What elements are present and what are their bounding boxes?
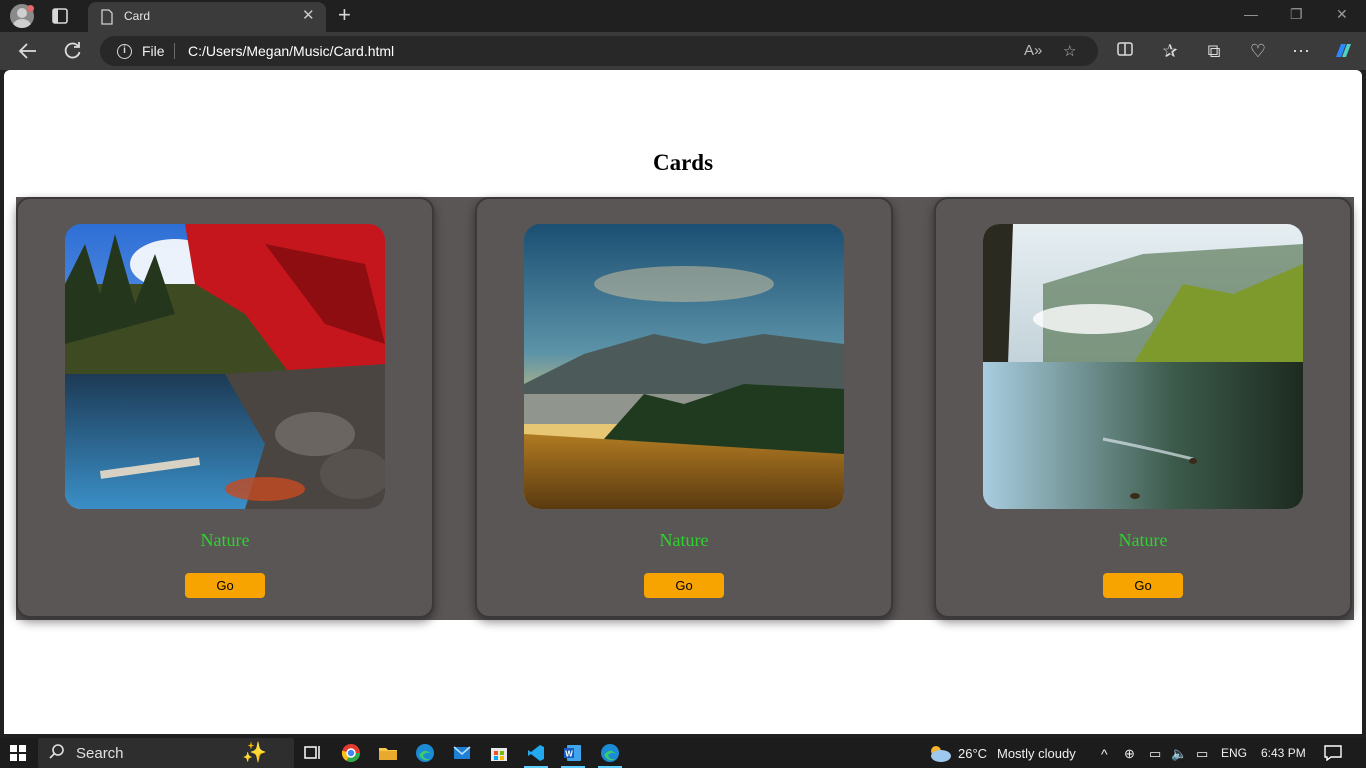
card-2-image [524,224,844,509]
volume-icon[interactable]: 🔈 [1171,746,1187,762]
minimize-icon[interactable]: — [1244,6,1258,22]
copilot-sparkle-icon: ✨ [242,742,267,764]
edge-active-icon[interactable] [600,743,620,763]
tab-actions-icon[interactable] [48,6,72,26]
new-tab-icon[interactable]: + [338,4,351,26]
card-1-go-button[interactable]: Go [185,573,265,598]
notifications-icon[interactable] [1324,745,1342,766]
mail-icon[interactable] [452,743,472,763]
tab-title: Card [124,9,151,23]
title-bar: Card ✕ + — ❐ ✕ [0,0,1366,32]
refresh-icon[interactable] [61,40,83,62]
camera-icon[interactable]: ▭ [1149,746,1161,762]
card-3: Nature Go [934,197,1352,618]
browser-essentials-icon[interactable]: ♡ [1247,40,1269,62]
back-arrow-icon[interactable] [17,40,39,62]
weather-temperature[interactable]: 26°C [958,746,987,761]
split-screen-icon[interactable] [1114,40,1136,62]
mountain-sunrise-photo [524,224,844,509]
page-icon [100,9,114,30]
windows-start-icon[interactable] [10,745,26,766]
language-indicator[interactable]: ENG [1221,746,1247,760]
card-3-go-button[interactable]: Go [1103,573,1183,598]
edge-icon[interactable] [415,743,435,763]
globe-icon[interactable]: ⊕ [1124,746,1135,762]
read-aloud-icon[interactable]: A» [1024,42,1042,59]
site-info-icon[interactable]: i [117,44,132,59]
card-2-go-button[interactable]: Go [644,573,724,598]
card-2: Nature Go [475,197,893,618]
weather-description[interactable]: Mostly cloudy [997,746,1076,761]
card-3-title: Nature [1118,530,1168,550]
search-icon [48,743,66,766]
page-heading: Cards [652,150,714,175]
windows-taskbar: Search ✨ W 26°C Mostly cloudy ^ ⊕ ▭ 🔈 ▭ … [0,738,1366,768]
file-explorer-icon[interactable] [378,743,398,763]
misty-lake-photo [983,224,1303,509]
store-icon[interactable] [489,743,509,763]
close-tab-icon[interactable]: ✕ [302,8,315,24]
card-1-title: Nature [200,530,250,550]
card-3-image [983,224,1303,509]
word-icon[interactable]: W [563,743,583,763]
copilot-icon[interactable] [1332,40,1354,62]
cards-container: Nature Go Nature Go Nature Go [16,197,1354,620]
url-text[interactable]: C:/Users/Megan/Music/Card.html [188,43,394,59]
scheme-label: File [142,43,165,59]
restore-icon[interactable]: ❐ [1290,6,1303,23]
weather-cloudy-icon[interactable] [926,743,952,768]
battery-icon[interactable]: ▭ [1196,746,1208,762]
card-1: Nature Go [16,197,434,618]
favorites-icon[interactable]: ✰ [1159,40,1181,62]
close-window-icon[interactable]: ✕ [1336,6,1348,23]
browser-toolbar: i File C:/Users/Megan/Music/Card.html A»… [0,32,1366,70]
favorite-star-icon[interactable]: ☆ [1063,42,1076,60]
search-placeholder: Search [76,745,124,762]
clock-time[interactable]: 6:43 PM [1261,746,1306,760]
task-view-icon[interactable] [303,743,323,763]
taskbar-search[interactable]: Search ✨ [38,738,294,768]
autumn-lake-photo [65,224,385,509]
page-viewport: Cards Nature Go Nature Go Nature Go [4,70,1362,734]
svg-text:W: W [565,750,573,759]
active-tab[interactable]: Card ✕ [88,2,326,32]
address-separator [174,43,175,59]
card-2-title: Nature [659,530,709,550]
collections-icon[interactable]: ⧉ [1203,40,1225,62]
vscode-icon[interactable] [526,743,546,763]
chrome-icon[interactable] [341,743,361,763]
more-options-icon[interactable]: ⋯ [1290,40,1312,62]
show-hidden-icons-icon[interactable]: ^ [1101,746,1108,762]
address-bar[interactable]: i File C:/Users/Megan/Music/Card.html A»… [100,36,1098,66]
profile-notification-dot [27,5,34,12]
card-1-image [65,224,385,509]
